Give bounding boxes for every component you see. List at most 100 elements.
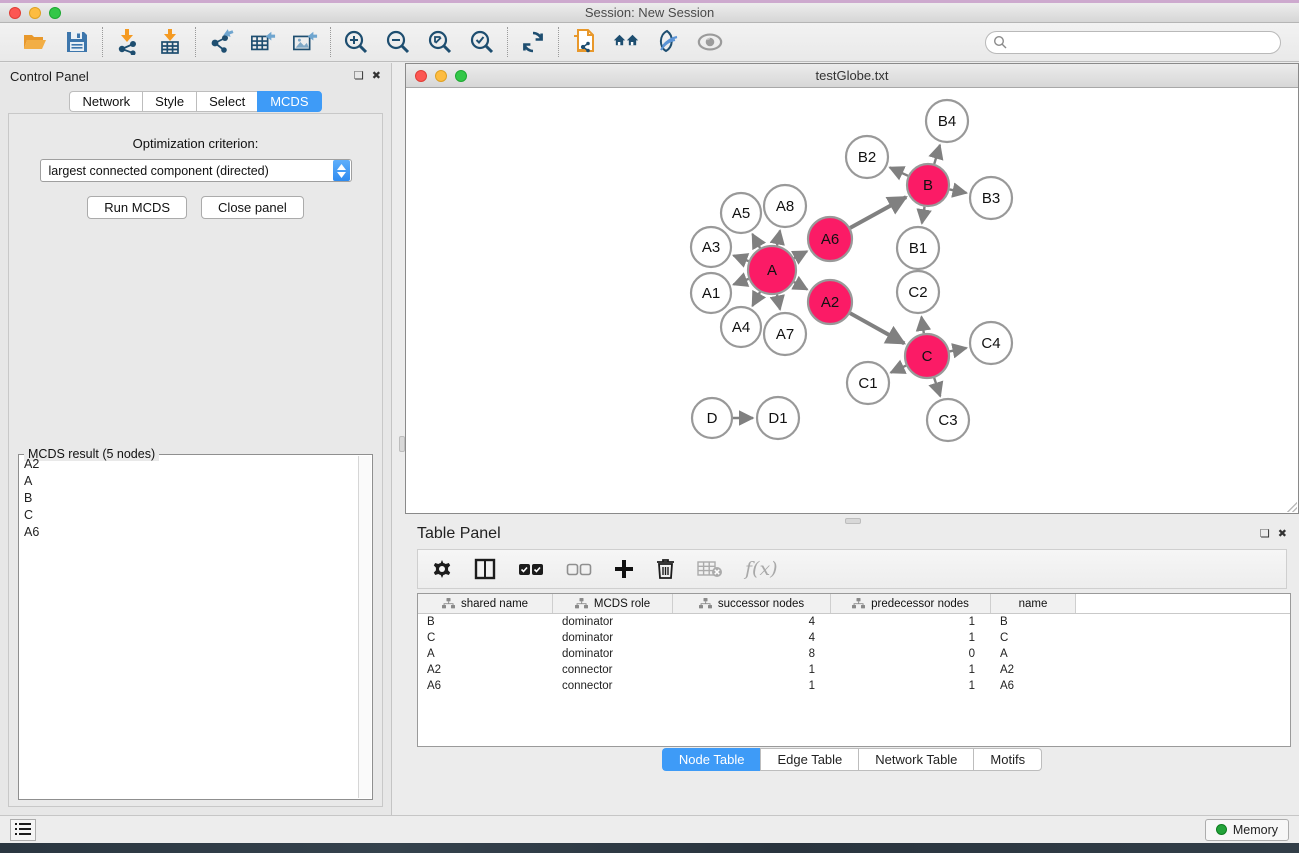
column-header-shared-name[interactable]: shared name — [418, 594, 553, 613]
zoom-in-icon[interactable] — [343, 29, 369, 55]
node-A2[interactable]: A2 — [808, 280, 852, 324]
tab-style[interactable]: Style — [142, 91, 196, 112]
node-C1[interactable]: C1 — [847, 362, 889, 404]
table-row[interactable]: A2connector11A2 — [418, 662, 1290, 678]
column-header-MCDS-role[interactable]: MCDS role — [553, 594, 673, 613]
node-C[interactable]: C — [905, 334, 949, 378]
float-table-panel-icon[interactable]: ❏ — [1260, 529, 1270, 540]
column-header-predecessor-nodes[interactable]: predecessor nodes — [831, 594, 991, 613]
table-row[interactable]: A6connector11A6 — [418, 678, 1290, 694]
edge-A-A5[interactable] — [752, 234, 760, 248]
node-A8[interactable]: A8 — [764, 185, 806, 227]
horizontal-splitter-grip[interactable] — [845, 518, 861, 524]
node-B4[interactable]: B4 — [926, 100, 968, 142]
edge-B-B1[interactable] — [922, 207, 925, 224]
edge-A-A8[interactable] — [777, 230, 780, 245]
search-field[interactable] — [985, 31, 1281, 54]
home-icon[interactable] — [613, 29, 639, 55]
columns-icon[interactable] — [474, 558, 496, 580]
first-neighbors-icon[interactable] — [571, 29, 597, 55]
node-B[interactable]: B — [907, 164, 949, 206]
tab-network[interactable]: Network — [69, 91, 142, 112]
node-C3[interactable]: C3 — [927, 399, 969, 441]
node-D1[interactable]: D1 — [757, 397, 799, 439]
add-icon[interactable] — [614, 559, 634, 579]
zoom-selected-icon[interactable] — [469, 29, 495, 55]
node-A6[interactable]: A6 — [808, 217, 852, 261]
column-header-successor-nodes[interactable]: successor nodes — [673, 594, 831, 613]
edge-C-C2[interactable] — [921, 317, 923, 333]
edge-A-A7[interactable] — [777, 294, 780, 309]
search-input[interactable] — [1008, 32, 1280, 53]
zoom-fit-icon[interactable] — [427, 29, 453, 55]
zoom-out-icon[interactable] — [385, 29, 411, 55]
edge-B-B2[interactable] — [890, 167, 908, 175]
select-all-icon[interactable] — [518, 563, 544, 576]
resize-corner-grip[interactable] — [1287, 502, 1297, 512]
import-table-icon[interactable] — [157, 29, 183, 55]
close-panel-icon[interactable]: ✖ — [372, 71, 381, 82]
mcds-result-list[interactable]: A2ABCA6 — [20, 456, 358, 798]
edge-C-C3[interactable] — [934, 378, 940, 396]
node-B2[interactable]: B2 — [846, 136, 888, 178]
edge-A2-C[interactable] — [850, 313, 904, 343]
network-canvas[interactable]: AA1A2A3A4A5A6A7A8BB1B2B3B4CC1C2C3C4DD1 — [406, 88, 1298, 513]
node-C4[interactable]: C4 — [970, 322, 1012, 364]
memory-button[interactable]: Memory — [1205, 819, 1289, 841]
tab-network-table[interactable]: Network Table — [858, 748, 973, 771]
edge-B-B4[interactable] — [934, 145, 940, 164]
open-icon[interactable] — [22, 29, 48, 55]
edge-C-C4[interactable] — [950, 348, 967, 351]
edge-C-C1[interactable] — [891, 366, 906, 373]
export-image-icon[interactable] — [292, 29, 318, 55]
delete-icon[interactable] — [656, 558, 675, 580]
node-A[interactable]: A — [748, 246, 796, 294]
edge-A-A2[interactable] — [794, 282, 807, 289]
vertical-splitter-grip[interactable] — [399, 436, 405, 452]
table-row[interactable]: Cdominator41C — [418, 630, 1290, 646]
network-window-titlebar[interactable]: testGlobe.txt — [406, 64, 1298, 88]
edge-A-A6[interactable] — [794, 251, 807, 258]
node-B3[interactable]: B3 — [970, 177, 1012, 219]
result-item[interactable]: C — [20, 507, 358, 524]
node-C2[interactable]: C2 — [897, 271, 939, 313]
function-builder-icon[interactable]: f(x) — [745, 558, 778, 580]
annotation-icon[interactable] — [655, 29, 681, 55]
result-item[interactable]: B — [20, 490, 358, 507]
export-network-icon[interactable] — [208, 29, 234, 55]
delete-table-icon[interactable] — [697, 560, 723, 578]
edge-A6-B[interactable] — [850, 197, 906, 228]
network-graph[interactable]: AA1A2A3A4A5A6A7A8BB1B2B3B4CC1C2C3C4DD1 — [406, 88, 1298, 513]
refresh-icon[interactable] — [520, 29, 546, 55]
result-item[interactable]: A2 — [20, 456, 358, 473]
export-table-icon[interactable] — [250, 29, 276, 55]
node-A5[interactable]: A5 — [721, 193, 761, 233]
node-D[interactable]: D — [692, 398, 732, 438]
edge-A-A4[interactable] — [752, 292, 760, 306]
criterion-dropdown[interactable]: largest connected component (directed) — [40, 159, 352, 182]
column-header-name[interactable]: name — [991, 594, 1076, 613]
import-network-icon[interactable] — [115, 29, 141, 55]
save-icon[interactable] — [64, 29, 90, 55]
table-row[interactable]: Adominator80A — [418, 646, 1290, 662]
unselect-all-icon[interactable] — [566, 563, 592, 576]
tab-node-table[interactable]: Node Table — [662, 748, 761, 771]
tab-motifs[interactable]: Motifs — [973, 748, 1042, 771]
tab-mcds[interactable]: MCDS — [257, 91, 321, 112]
gear-icon[interactable] — [432, 559, 452, 579]
run-mcds-button[interactable]: Run MCDS — [87, 196, 187, 219]
float-panel-icon[interactable]: ❏ — [354, 71, 364, 82]
tab-edge-table[interactable]: Edge Table — [760, 748, 858, 771]
result-scrollbar[interactable] — [358, 456, 371, 798]
close-panel-button[interactable]: Close panel — [201, 196, 304, 219]
eye-icon[interactable] — [697, 29, 723, 55]
tab-select[interactable]: Select — [196, 91, 257, 112]
node-A4[interactable]: A4 — [721, 307, 761, 347]
result-item[interactable]: A6 — [20, 524, 358, 541]
node-A7[interactable]: A7 — [764, 313, 806, 355]
task-history-button[interactable] — [10, 819, 36, 841]
table-body[interactable]: Bdominator41BCdominator41CAdominator80AA… — [418, 614, 1290, 694]
node-A1[interactable]: A1 — [691, 273, 731, 313]
node-A3[interactable]: A3 — [691, 227, 731, 267]
edge-A-A3[interactable] — [733, 255, 748, 261]
